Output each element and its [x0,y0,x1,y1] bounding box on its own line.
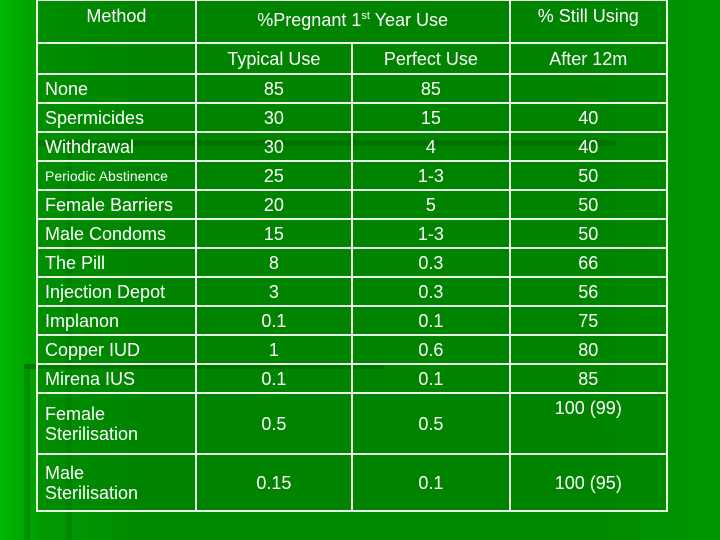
still-using-cell: 100 (99) [508,392,669,455]
method-cell: Male Sterilisation [36,453,197,512]
method-cell: Injection Depot [36,276,197,307]
table-row: Withdrawal 30 4 40 [36,131,669,162]
subheader-typical-use: Typical Use [194,42,354,75]
perfect-use-cell: 4 [351,131,511,162]
typical-use-cell: 3 [194,276,354,307]
method-cell: Copper IUD [36,334,197,365]
subheader-row: Typical Use Perfect Use After 12m [36,42,669,75]
perfect-use-cell: 15 [351,102,511,133]
table-row: Periodic Abstinence 25 1-3 50 [36,160,669,191]
method-cell: Spermicides [36,102,197,133]
header-pregnant-sup: st [361,10,370,22]
typical-use-cell: 0.1 [194,363,354,394]
header-row: Method %Pregnant 1st Year Use % Still Us… [36,0,669,44]
method-cell: Female Barriers [36,189,197,220]
table-row: Male Condoms 15 1-3 50 [36,218,669,249]
still-using-cell: 50 [508,160,669,191]
still-using-cell: 56 [508,276,669,307]
subheader-empty [36,42,197,75]
still-using-cell: 50 [508,189,669,220]
table-row: Female Barriers 20 5 50 [36,189,669,220]
method-cell: Withdrawal [36,131,197,162]
typical-use-cell: 20 [194,189,354,220]
still-using-cell: 40 [508,102,669,133]
perfect-use-cell: 0.1 [351,305,511,336]
table-row: The Pill 8 0.3 66 [36,247,669,278]
perfect-use-cell: 0.5 [351,392,511,455]
still-using-cell: 50 [508,218,669,249]
typical-use-cell: 0.15 [194,453,354,512]
still-using-cell: 66 [508,247,669,278]
header-pregnant-first-year: %Pregnant 1st Year Use [194,0,511,44]
perfect-use-cell: 0.3 [351,247,511,278]
perfect-use-cell: 1-3 [351,160,511,191]
table-row: None 85 85 [36,73,669,104]
still-using-cell [508,73,669,104]
table-row: Mirena IUS 0.1 0.1 85 [36,363,669,394]
typical-use-cell: 0.1 [194,305,354,336]
typical-use-cell: 30 [194,102,354,133]
header-method: Method [36,0,197,44]
still-using-cell: 85 [508,363,669,394]
table-row: Implanon 0.1 0.1 75 [36,305,669,336]
method-line: Sterilisation [45,482,139,503]
subheader-after-12m: After 12m [508,42,669,75]
background-decoration [24,364,30,540]
method-cell: The Pill [36,247,197,278]
still-using-cell: 40 [508,131,669,162]
method-line: Male [45,462,85,483]
still-using-cell: 80 [508,334,669,365]
table-row: Female Sterilisation 0.5 0.5 100 (99) [36,392,669,455]
method-cell: Implanon [36,305,197,336]
method-cell: Periodic Abstinence [36,160,197,191]
subheader-perfect-use: Perfect Use [351,42,511,75]
header-pregnant-text: %Pregnant 1 [257,10,362,30]
table-row: Spermicides 30 15 40 [36,102,669,133]
perfect-use-cell: 0.3 [351,276,511,307]
typical-use-cell: 25 [194,160,354,191]
contraception-effectiveness-table: Method %Pregnant 1st Year Use % Still Us… [36,0,669,512]
method-cell: Male Condoms [36,218,197,249]
typical-use-cell: 1 [194,334,354,365]
header-still-using: % Still Using [508,0,669,44]
method-line: Female [45,403,106,424]
typical-use-cell: 0.5 [194,392,354,455]
perfect-use-cell: 1-3 [351,218,511,249]
perfect-use-cell: 5 [351,189,511,220]
perfect-use-cell: 0.1 [351,363,511,394]
typical-use-cell: 30 [194,131,354,162]
table-row: Copper IUD 1 0.6 80 [36,334,669,365]
still-using-cell: 100 (95) [508,453,669,512]
perfect-use-cell: 0.6 [351,334,511,365]
header-pregnant-text-suffix: Year Use [369,10,448,30]
method-cell: Female Sterilisation [36,392,197,455]
typical-use-cell: 8 [194,247,354,278]
perfect-use-cell: 0.1 [351,453,511,512]
table-row: Male Sterilisation 0.15 0.1 100 (95) [36,453,669,512]
table-row: Injection Depot 3 0.3 56 [36,276,669,307]
method-cell: None [36,73,197,104]
perfect-use-cell: 85 [351,73,511,104]
typical-use-cell: 15 [194,218,354,249]
method-cell: Mirena IUS [36,363,197,394]
still-using-cell: 75 [508,305,669,336]
typical-use-cell: 85 [194,73,354,104]
method-line: Sterilisation [45,423,139,444]
